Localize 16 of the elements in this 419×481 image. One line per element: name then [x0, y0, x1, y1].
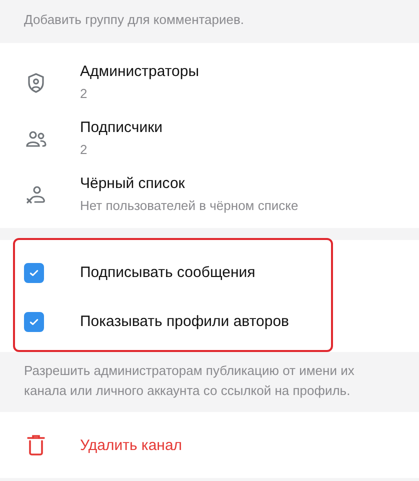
item-subtitle: 2 — [80, 141, 88, 159]
checkbox[interactable] — [24, 312, 44, 332]
item-subtitle: 2 — [80, 85, 88, 103]
checkbox[interactable] — [24, 262, 44, 282]
option-label: Подписывать сообщения — [80, 262, 256, 282]
item-title: Чёрный список — [80, 174, 186, 194]
hint-text: Разрешить администраторам публикацию от имени их канала или личного аккаунта со ссылкой на профиль. — [24, 363, 354, 398]
menu-item[interactable]: Администраторы 2 — [0, 55, 419, 111]
item-title: Администраторы — [80, 62, 200, 82]
option-label: Показывать профили авторов — [80, 312, 290, 332]
menu-item[interactable]: Чёрный список Нет пользователей в чёрном списке — [0, 167, 419, 223]
item-subtitle: Нет пользователей в чёрном списке — [80, 197, 298, 215]
trash-icon — [24, 433, 48, 457]
hint-text: Добавить группу для комментариев. — [24, 12, 244, 27]
menu-item[interactable]: Подписчики 2 — [0, 111, 419, 167]
item-title: Подписчики — [80, 118, 163, 138]
